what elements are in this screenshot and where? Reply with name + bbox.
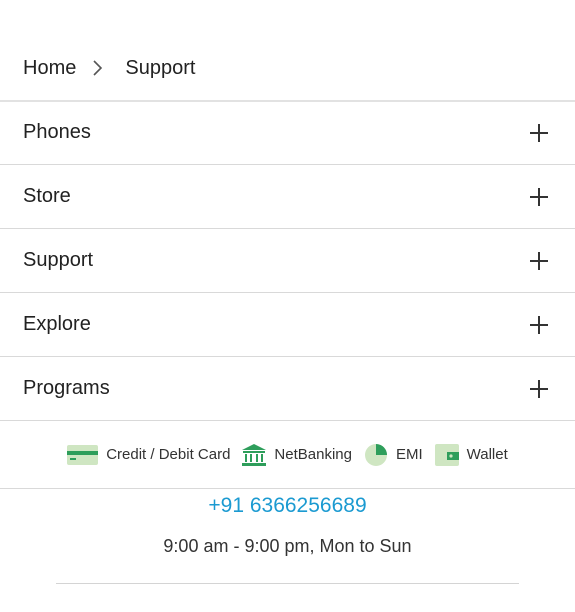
- pie-chart-icon: [364, 443, 387, 466]
- credit-card-icon: [67, 444, 99, 465]
- plus-icon[interactable]: [530, 187, 548, 206]
- contact-info: +91 6366256689 9:00 am - 9:00 pm, Mon to…: [0, 490, 575, 557]
- accordion-item-label: Explore: [23, 313, 91, 335]
- accordion-item-label: Phones: [23, 121, 91, 143]
- accordion-item-phones[interactable]: Phones: [0, 101, 575, 165]
- payment-emi-label: EMI: [395, 446, 423, 463]
- accordion-item-label: Support: [23, 249, 94, 271]
- wallet-icon: [434, 443, 459, 466]
- breadcrumb: Home Support: [23, 54, 195, 82]
- payment-netbanking-label: NetBanking: [274, 446, 352, 463]
- phone-link[interactable]: +91 6366256689: [0, 494, 575, 518]
- breadcrumb-current: Support: [125, 56, 196, 79]
- accordion-item-explore[interactable]: Explore: [0, 293, 575, 357]
- accordion-item-store[interactable]: Store: [0, 165, 575, 229]
- payment-netbanking: NetBanking: [242, 443, 352, 466]
- plus-icon[interactable]: [530, 123, 548, 142]
- payment-wallet-label: Wallet: [466, 446, 508, 463]
- accordion-item-support[interactable]: Support: [0, 229, 575, 293]
- payment-wallet: Wallet: [434, 443, 508, 466]
- payment-card-label: Credit / Debit Card: [106, 446, 231, 463]
- payment-emi: EMI: [364, 443, 423, 467]
- payment-methods: Credit / Debit Card NetBanking EMI Walle…: [0, 421, 575, 489]
- plus-icon[interactable]: [530, 315, 548, 334]
- chevron-right-icon: [76, 54, 125, 82]
- plus-icon[interactable]: [530, 379, 548, 398]
- footer-accordion: Phones Store Support Explore Programs: [0, 101, 575, 421]
- accordion-item-label: Store: [23, 185, 71, 207]
- divider: [56, 583, 519, 584]
- breadcrumb-home-link[interactable]: Home: [23, 57, 76, 80]
- payment-card: Credit / Debit Card: [67, 444, 231, 465]
- bank-icon: [242, 443, 267, 466]
- plus-icon[interactable]: [530, 251, 548, 270]
- support-hours: 9:00 am - 9:00 pm, Mon to Sun: [163, 536, 412, 556]
- accordion-item-programs[interactable]: Programs: [0, 357, 575, 421]
- accordion-item-label: Programs: [23, 377, 110, 399]
